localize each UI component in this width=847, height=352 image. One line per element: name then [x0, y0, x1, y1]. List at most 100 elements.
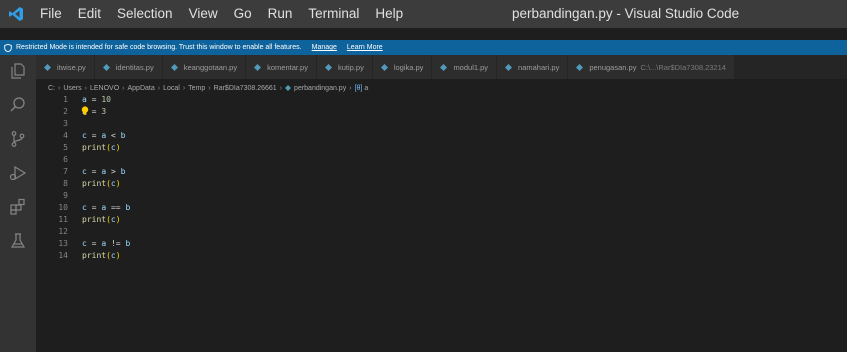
menu-bar: File Edit Selection View Go Run Terminal Help [32, 0, 411, 28]
tab-label: modul1.py [453, 62, 489, 72]
menu-terminal[interactable]: Terminal [300, 0, 367, 28]
breadcrumb-segment[interactable]: Rar$DIa7308.26661 [214, 85, 277, 92]
code-line[interactable]: 4 c = a < b [36, 130, 847, 142]
tab-label: penugasan.py [589, 62, 637, 72]
chevron-right-icon: › [208, 84, 211, 92]
shield-icon [4, 43, 12, 52]
code-text: c = a == b [82, 203, 131, 212]
run-debug-icon[interactable] [8, 163, 28, 183]
python-file-icon [170, 63, 178, 71]
python-file-icon [324, 63, 332, 71]
tab-logika[interactable]: logika.py [372, 55, 433, 79]
variable-symbol-icon: [θ] [354, 84, 363, 92]
tab-label: keanggotaan.py [183, 62, 238, 72]
breadcrumb-segment[interactable]: Temp [188, 85, 205, 92]
chevron-right-icon: › [157, 84, 161, 92]
code-text: c = a > b [82, 167, 126, 176]
tab-label: komentar.py [267, 62, 308, 72]
tab-label: itwise.py [57, 62, 86, 72]
python-file-icon [505, 63, 513, 71]
extensions-icon[interactable] [8, 197, 28, 217]
line-number: 8 [63, 179, 68, 188]
learn-more-link[interactable]: Learn More [347, 44, 383, 51]
code-line[interactable]: 6 [36, 154, 847, 166]
python-file-icon [576, 63, 584, 71]
tab-description: C:\...\Rar$DIa7308.23214 [640, 62, 726, 72]
tab-modul1[interactable]: modul1.py [432, 55, 498, 79]
menu-run[interactable]: Run [260, 0, 301, 28]
code-line[interactable]: 3 [36, 118, 847, 130]
breadcrumb-symbol[interactable]: a [364, 85, 368, 92]
menu-help[interactable]: Help [367, 0, 411, 28]
code-line[interactable]: 7 c = a > b [36, 166, 847, 178]
line-number: 7 [63, 167, 68, 176]
code-line[interactable]: 10 c = a == b [36, 202, 847, 214]
tab-komentar[interactable]: komentar.py [246, 55, 317, 79]
lightbulb-icon[interactable] [81, 106, 89, 116]
chevron-right-icon: › [349, 84, 352, 92]
line-number: 4 [63, 131, 68, 140]
line-number: 1 [63, 95, 68, 104]
tab-identitas[interactable]: identitas.py [94, 55, 163, 79]
code-line[interactable]: 2b = 3 [36, 106, 847, 118]
code-text: c = a < b [82, 131, 126, 140]
testing-icon[interactable] [8, 231, 28, 251]
python-file-icon [102, 63, 110, 71]
line-number: 6 [63, 155, 68, 164]
title-bar: File Edit Selection View Go Run Terminal Help p… [0, 0, 847, 28]
code-line[interactable]: 11 print(c) [36, 214, 847, 226]
menu-view[interactable]: View [181, 0, 226, 28]
line-number: 12 [58, 227, 68, 236]
tab-namahari[interactable]: namahari.py [497, 55, 569, 79]
manage-link[interactable]: Manage [312, 44, 337, 51]
line-number: 13 [58, 239, 68, 248]
code-line[interactable]: 13 c = a != b [36, 238, 847, 250]
chevron-right-icon: › [84, 84, 87, 92]
tab-label: namahari.py [518, 62, 560, 72]
code-line[interactable]: 9 [36, 190, 847, 202]
code-line[interactable]: 5 print(c) [36, 142, 847, 154]
menu-go[interactable]: Go [226, 0, 260, 28]
menu-selection[interactable]: Selection [109, 0, 181, 28]
breadcrumb-segment[interactable]: Local [163, 85, 180, 92]
chevron-right-icon: › [279, 84, 283, 92]
code-text: print(c) [82, 143, 121, 152]
menu-file[interactable]: File [32, 0, 70, 28]
line-number: 2 [63, 107, 68, 116]
python-file-icon [44, 63, 51, 71]
line-number: 11 [58, 215, 68, 224]
tab-label: identitas.py [115, 62, 154, 72]
chevron-right-icon: › [122, 84, 125, 92]
files-icon[interactable] [8, 61, 28, 81]
line-number: 3 [63, 119, 68, 128]
breadcrumb-segment[interactable]: LENOVO [90, 85, 119, 92]
breadcrumb-segment[interactable]: perbandingan.py [294, 85, 346, 92]
restricted-mode-banner: Restricted Mode is intended for safe cod… [0, 40, 847, 55]
code-line[interactable]: 1 a = 10 [36, 94, 847, 106]
python-file-icon [285, 85, 292, 91]
python-file-icon [440, 63, 448, 71]
code-line[interactable]: 14 print(c) [36, 250, 847, 262]
code-line[interactable]: 8 print(c) [36, 178, 847, 190]
tab-keanggotaan[interactable]: keanggotaan.py [162, 55, 247, 79]
menu-edit[interactable]: Edit [70, 0, 109, 28]
tab-itwise[interactable]: itwise.py [36, 55, 95, 79]
line-number: 14 [58, 251, 68, 260]
breadcrumb-segment[interactable]: Users [63, 85, 81, 92]
code-line[interactable]: 12 [36, 226, 847, 238]
tab-penugasan[interactable]: penugasan.py C:\...\Rar$DIa7308.23214 [568, 55, 735, 79]
tab-label: logika.py [393, 62, 424, 72]
python-file-icon [254, 63, 262, 71]
code-editor[interactable]: 1 a = 10 2b = 33 4 c = a < b 5 print(c) 6 7 c = a… [36, 94, 847, 352]
line-number: 5 [63, 143, 68, 152]
tab-kutip[interactable]: kutip.py [316, 55, 373, 79]
banner-message: Restricted Mode is intended for safe cod… [16, 44, 302, 51]
breadcrumb-segment[interactable]: C: [48, 85, 55, 92]
search-icon[interactable] [8, 95, 28, 115]
breadcrumb: C: › Users › LENOVO › AppData › Local › Temp › Rar$D… [48, 83, 368, 93]
line-number: 9 [63, 191, 68, 200]
breadcrumb-segment[interactable]: AppData [128, 85, 155, 92]
code-text: print(c) [82, 251, 121, 260]
vscode-logo-icon [0, 0, 32, 28]
source-control-icon[interactable] [8, 129, 28, 149]
